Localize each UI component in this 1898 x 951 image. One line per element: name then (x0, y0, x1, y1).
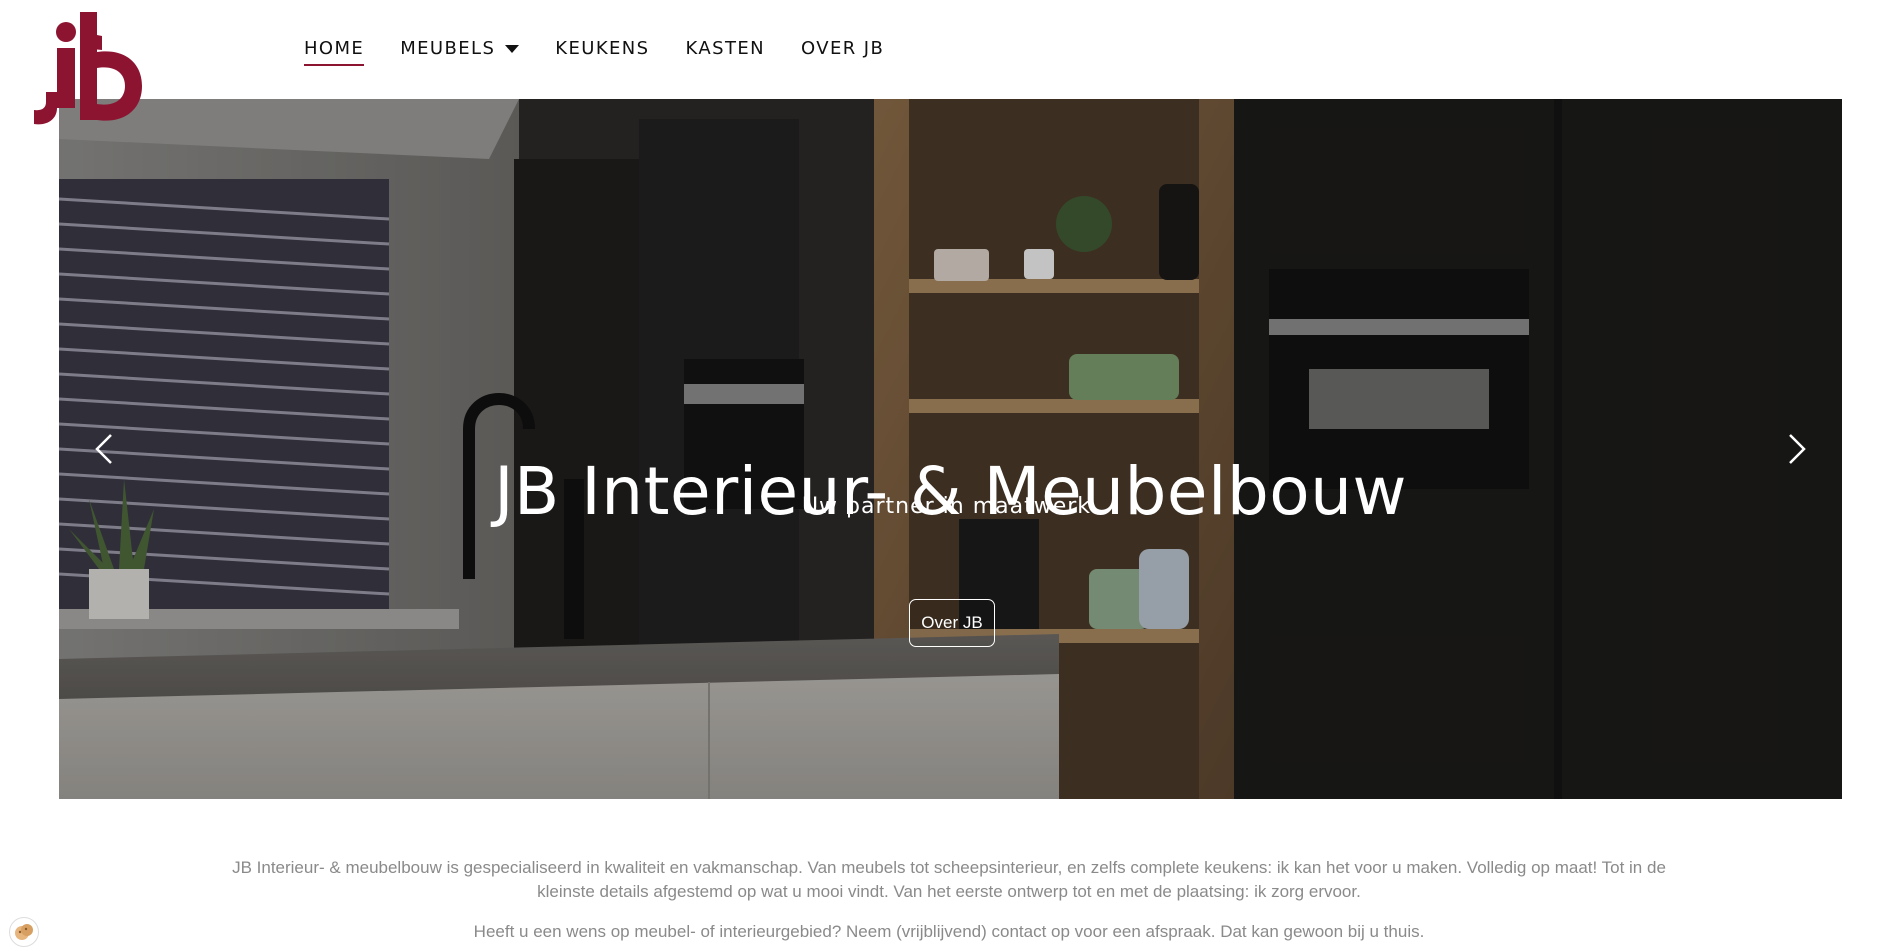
jb-logo-icon[interactable] (32, 12, 146, 130)
slider-next-button[interactable] (1782, 429, 1812, 469)
nav-item-over-jb[interactable]: OVER JB (801, 38, 884, 64)
nav-item-home[interactable]: HOME (304, 38, 365, 66)
chevron-down-icon (505, 45, 520, 53)
intro-paragraph: Heeft u een wens op meubel- of interieur… (473, 922, 1425, 941)
nav-item-label: MEUBELS (400, 38, 496, 59)
site-header: HOME MEUBELS KEUKENS KASTEN OVER JB (0, 0, 1898, 99)
nav-item-kasten[interactable]: KASTEN (686, 38, 765, 64)
main-nav: HOME MEUBELS KEUKENS KASTEN OVER JB (304, 38, 920, 66)
chevron-left-icon (95, 434, 112, 464)
over-jb-button[interactable]: Over JB (909, 599, 995, 647)
nav-item-keukens[interactable]: KEUKENS (555, 38, 649, 64)
intro-paragraph: JB Interieur- & meubelbouw is gespeciali… (232, 858, 1666, 901)
hero-slider: JB Interieur- & Meubelbouw Uw partner in… (59, 99, 1842, 799)
nav-item-label: KASTEN (685, 38, 765, 59)
cookie-icon[interactable] (9, 917, 39, 947)
nav-item-label: OVER JB (800, 38, 885, 59)
nav-item-meubels[interactable]: MEUBELS (400, 38, 520, 64)
slider-prev-button[interactable] (89, 429, 119, 469)
nav-item-label: HOME (304, 38, 365, 59)
nav-item-label: KEUKENS (555, 38, 650, 59)
hero-subtitle: Uw partner in maatwerk. (801, 494, 1100, 519)
hero-overlay (59, 99, 1842, 799)
chevron-right-icon (1789, 434, 1806, 464)
